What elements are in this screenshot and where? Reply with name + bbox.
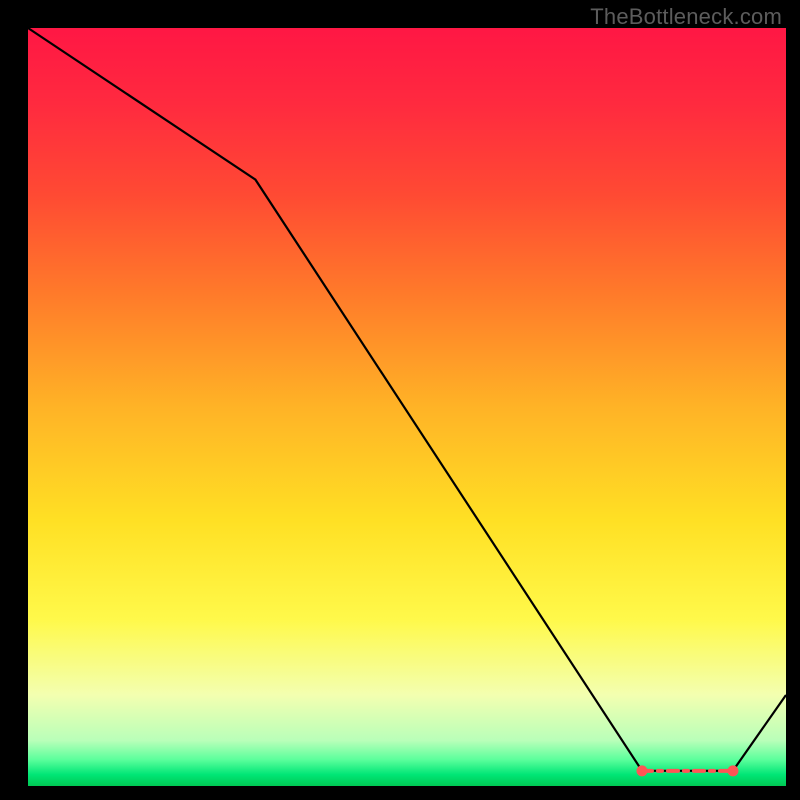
attribution-text: TheBottleneck.com — [590, 4, 782, 30]
plot-background — [28, 28, 786, 786]
chart-container: TheBottleneck.com — [0, 0, 800, 800]
bottleneck-chart — [0, 0, 800, 800]
